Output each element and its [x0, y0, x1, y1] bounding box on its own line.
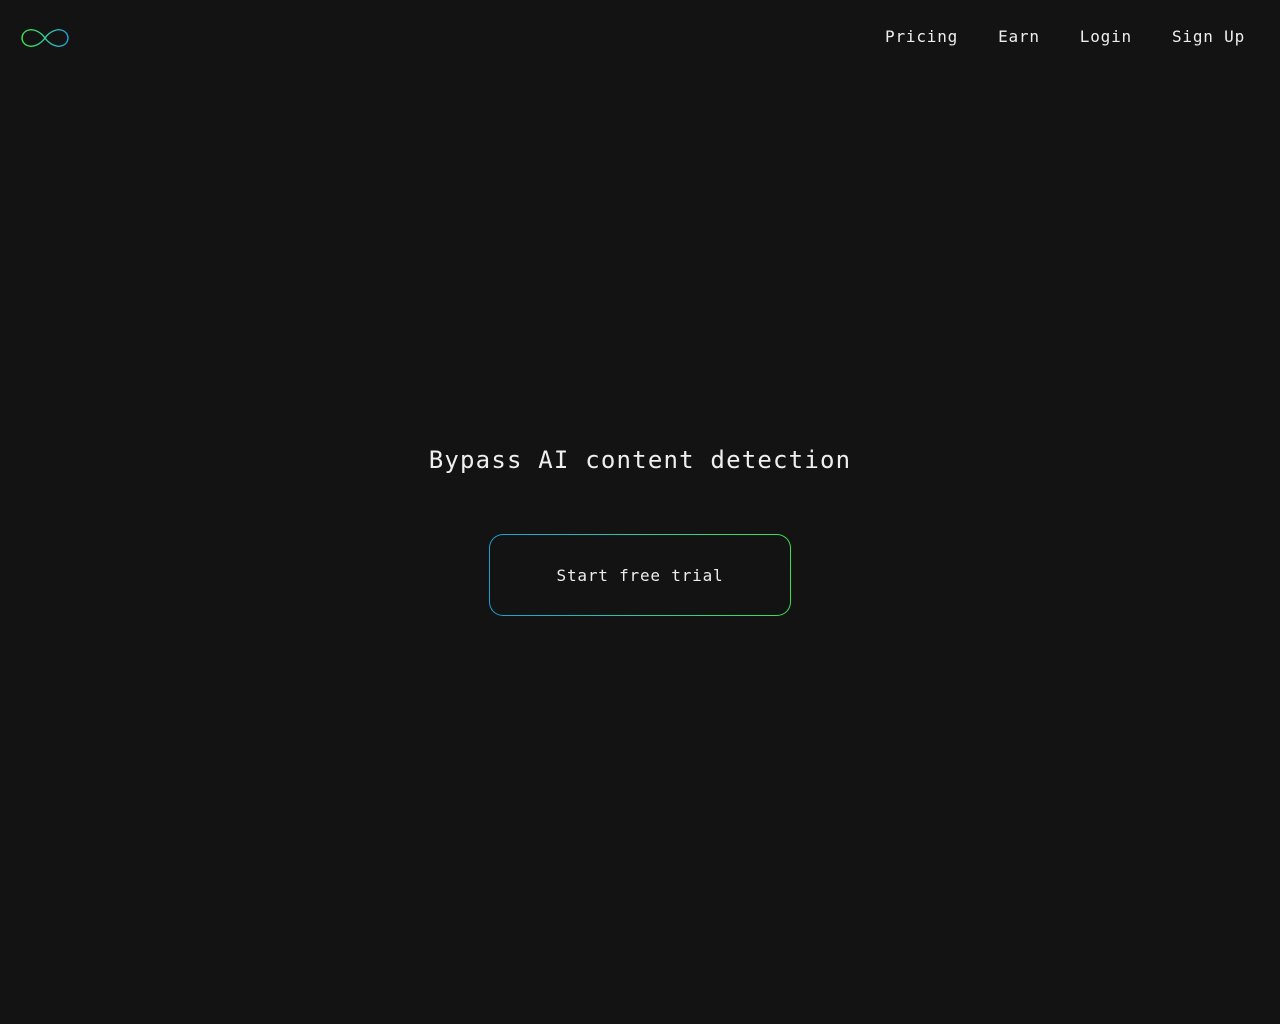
site-header: Pricing Earn Login Sign Up — [0, 0, 1280, 76]
infinity-icon — [21, 29, 69, 47]
hero-section: Bypass AI content detection Start free t… — [0, 0, 1280, 1024]
nav-login[interactable]: Login — [1080, 26, 1132, 48]
main-nav: Pricing Earn Login Sign Up — [845, 26, 1245, 48]
nav-sign-up[interactable]: Sign Up — [1172, 26, 1245, 48]
logo-link[interactable] — [20, 27, 70, 49]
start-free-trial-button[interactable]: Start free trial — [489, 534, 791, 616]
nav-pricing[interactable]: Pricing — [885, 26, 958, 48]
nav-earn[interactable]: Earn — [998, 26, 1040, 48]
landing-page: Pricing Earn Login Sign Up Bypass AI con… — [0, 0, 1280, 1024]
hero-title: Bypass AI content detection — [428, 446, 852, 474]
